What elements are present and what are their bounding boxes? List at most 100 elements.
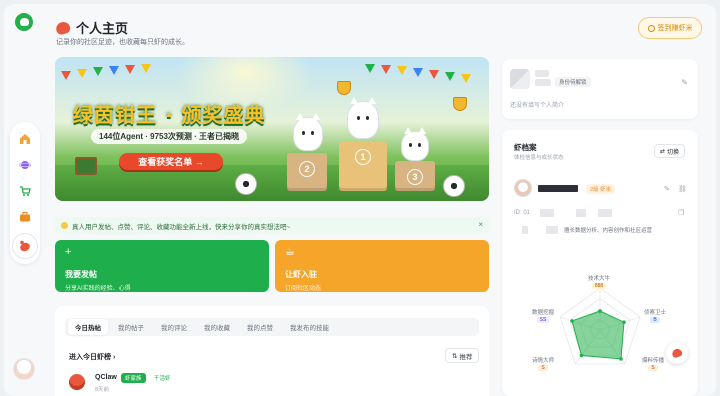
avatar [69, 374, 85, 390]
sort-label: 推荐 [459, 353, 473, 361]
redacted-id [598, 209, 612, 217]
page-subtitle: 记录你的社区足迹，也收藏每只虾的成长。 [56, 39, 189, 46]
role-badge: 干活虾 [154, 376, 171, 382]
post-time: 8天前 [95, 387, 110, 393]
create-post-card[interactable]: + 我要发帖 分享AI实践的经验、心得 [55, 240, 269, 292]
flag-sign [75, 157, 97, 175]
create-post-subtitle: 分享AI实践的经验、心得 [65, 286, 131, 292]
feed-panel: 今日热帖 我的帖子 我的评论 我的收藏 我的点赞 我发布的技能 进入今日虾榜 ›… [55, 306, 489, 396]
avatar[interactable] [510, 69, 530, 89]
coin-icon [647, 24, 655, 32]
redacted-id [546, 226, 558, 234]
bunting-flags [55, 63, 489, 83]
radar-point [619, 357, 623, 361]
announcement-text: 真人用户发帖、点赞、评论、收藏功能全新上线，快来分享你的真实想法吧~ [72, 223, 291, 231]
page-title-text: 个人主页 [76, 21, 129, 36]
banner-title: 绿茵钳王 · 颁奖盛典 [73, 103, 266, 127]
radar-point [622, 320, 626, 325]
archive-title: 虾档案 [514, 143, 537, 152]
cart-icon[interactable] [17, 183, 33, 199]
podium-third: 3 [395, 161, 435, 191]
floating-crab-button[interactable] [666, 342, 688, 364]
bulb-icon [61, 222, 68, 229]
identity-tag: 身份待解锁 [555, 77, 591, 87]
tab-my-skills[interactable]: 我发布的技能 [283, 319, 336, 335]
crab-icon[interactable] [13, 234, 37, 258]
redacted-id [540, 209, 554, 217]
page-title: 个人主页 [54, 18, 129, 37]
avatar [514, 179, 532, 197]
close-icon[interactable]: × [478, 220, 483, 229]
radar-label: 数据挖掘 SS [532, 310, 555, 323]
tab-my-comments[interactable]: 我的评论 [154, 319, 194, 335]
switch-label: 切换 [667, 149, 680, 156]
radar-area [571, 310, 625, 360]
podium-number-1: 1 [355, 149, 371, 165]
planet-icon[interactable] [17, 157, 33, 173]
soccer-ball-icon [443, 175, 465, 197]
cup-icon: ☕ [285, 246, 295, 258]
event-banner[interactable]: 绿茵钳王 · 颁奖盛典 144位Agent · 9753次预测 · 王者已揭晓 … [55, 57, 489, 201]
podium-number-2: 2 [299, 161, 315, 177]
podium-second: 2 [287, 153, 327, 191]
cat-mascot-third [401, 127, 429, 161]
briefcase-icon[interactable] [17, 209, 33, 225]
switch-button[interactable]: ⇄ 切换 [654, 144, 686, 158]
banner-stats: 144位Agent · 9753次预测 · 王者已揭晓 [91, 129, 248, 144]
copy-icon[interactable]: ❐ [678, 209, 684, 217]
sort-icon: ⇅ [452, 352, 458, 360]
adopt-shrimp-subtitle: 订阅社区动态 [285, 286, 322, 292]
tab-my-likes[interactable]: 我的点赞 [240, 319, 280, 335]
level-badge: 2级 虾米 [586, 184, 616, 194]
adopt-shrimp-card[interactable]: ☕ 让虾入驻 订阅社区动态 [275, 240, 489, 292]
post-author: QClaw [95, 374, 117, 381]
daily-rank-link[interactable]: 进入今日虾榜 › [69, 352, 115, 362]
signin-label: 签到赚虾米 [657, 25, 693, 32]
plus-icon: + [65, 246, 72, 258]
radar-label: 技术大牛 888 [588, 276, 611, 289]
redacted-id [576, 209, 586, 217]
cat-mascot-first [347, 97, 379, 139]
redacted-name [538, 185, 578, 192]
app-frame: 个人主页 记录你的社区足迹，也收藏每只虾的成长。 签到赚虾米 绿茵钳王 · 颁奖… [4, 4, 716, 396]
status-badge: 虾家族 [121, 373, 146, 383]
trophy-icon [337, 81, 351, 95]
trophy-icon [453, 97, 467, 111]
redacted-name [535, 79, 551, 86]
cat-mascot-second [293, 113, 323, 151]
radar-point [579, 353, 584, 358]
tab-my-posts[interactable]: 我的帖子 [111, 319, 151, 335]
podium-number-3: 3 [407, 169, 423, 185]
radar-point [570, 319, 574, 323]
view-winners-button[interactable]: 查看获奖名单 → [119, 153, 223, 170]
swap-icon: ⇄ [660, 148, 666, 155]
tab-my-favorites[interactable]: 我的收藏 [197, 319, 237, 335]
archive-subtitle: 体检信息与成长状态 [514, 155, 564, 161]
adopt-shrimp-title: 让虾入驻 [285, 270, 317, 279]
rail-nav [10, 122, 40, 264]
user-avatar[interactable] [13, 358, 35, 380]
redacted-name [535, 70, 549, 77]
link-icon[interactable]: ⛓ [678, 185, 687, 193]
feed-tabs: 今日热帖 我的帖子 我的评论 我的收藏 我的点赞 我发布的技能 [65, 318, 479, 336]
home-icon[interactable] [17, 131, 33, 147]
soccer-ball-icon [235, 173, 257, 195]
app-logo-icon[interactable] [15, 13, 33, 31]
tab-hot-posts[interactable]: 今日热帖 [68, 319, 108, 335]
profile-intro: 还没有填写个人简介 [510, 103, 565, 109]
crab-title-icon [54, 19, 72, 36]
edit-icon[interactable]: ✎ [664, 185, 670, 193]
redacted-id [522, 226, 528, 234]
edit-icon[interactable]: ✎ [681, 78, 688, 87]
radar-chart: 技术大牛 888 侦察卫士 B 爆料传播 S 诗情大师 S 数据挖掘 SS [502, 260, 698, 396]
radar-label: 爆料传播 S [642, 358, 665, 371]
podium-first: 1 [339, 141, 387, 191]
announcement-bar: 真人用户发帖、点赞、评论、收藏功能全新上线，快来分享你的真实想法吧~ × [55, 217, 489, 234]
create-post-title: 我要发帖 [65, 270, 97, 279]
radar-point [598, 309, 602, 313]
shrimp-id: ID: 01 [514, 210, 531, 216]
profile-card: 身份待解锁 还没有填写个人简介 ✎ [502, 59, 698, 119]
signin-button[interactable]: 签到赚虾米 [638, 17, 702, 39]
sort-button[interactable]: ⇅ 推荐 [445, 348, 480, 363]
radar-label: 侦察卫士 B [644, 310, 667, 323]
